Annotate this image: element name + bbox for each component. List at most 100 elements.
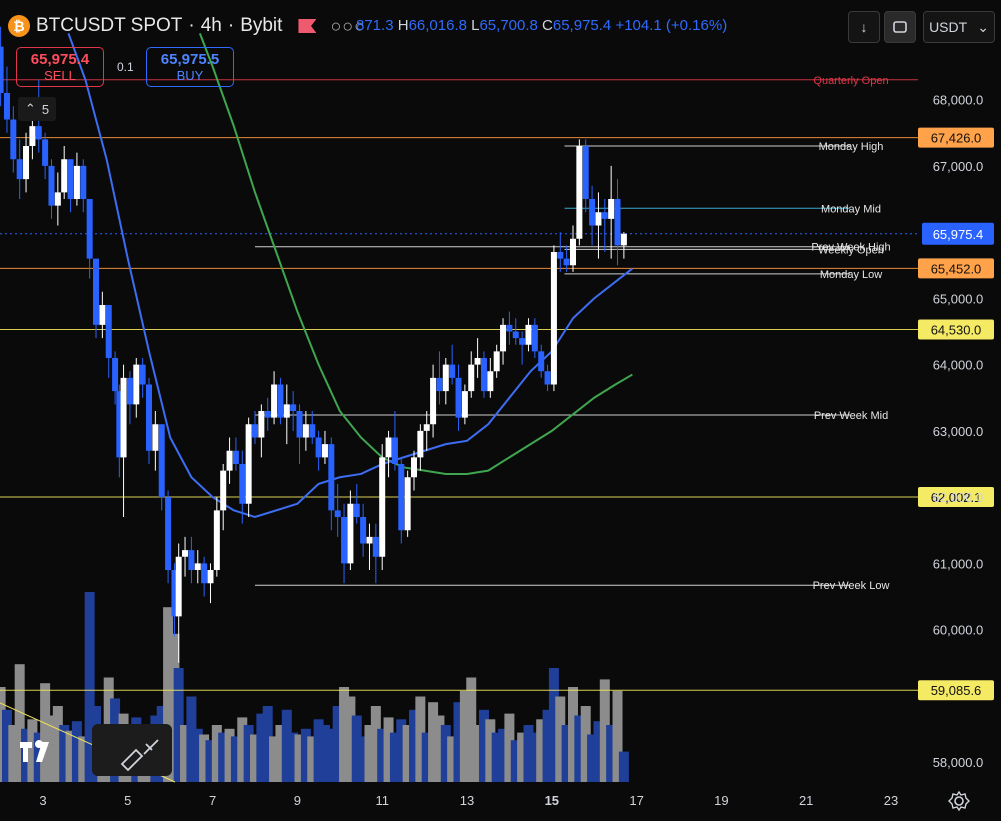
download-button[interactable]: ↓ <box>848 11 880 43</box>
x-tick-label: 3 <box>39 793 46 808</box>
y-tick-label: 62,000.0 <box>933 490 984 505</box>
candle-body <box>366 536 373 544</box>
change-value: +104.1 (+0.16%) <box>615 17 728 34</box>
candle-body <box>207 570 214 584</box>
annotation-label: Monday High <box>819 141 884 153</box>
candle-body <box>531 324 538 352</box>
candle-body <box>54 192 61 206</box>
candle-body <box>35 126 42 140</box>
candle-body <box>525 324 532 345</box>
candle-body <box>595 212 602 226</box>
bitcoin-icon: ₿ <box>8 15 30 37</box>
x-tick-label: 13 <box>460 793 474 808</box>
candle-body <box>139 364 146 385</box>
candle-body <box>201 563 208 584</box>
candle-body <box>220 470 227 511</box>
chevron-down-icon: ⌄ <box>977 18 989 35</box>
candle-body <box>213 510 220 570</box>
candle-body <box>455 377 462 418</box>
candle-body <box>372 536 379 557</box>
candle-body <box>411 457 417 478</box>
sell-button[interactable]: 65,975.4 SELL <box>16 47 104 87</box>
candle-body <box>302 424 309 438</box>
candle-body <box>0 46 4 93</box>
candle-body <box>126 377 133 405</box>
candle-body <box>182 550 189 557</box>
candle-body <box>461 391 468 418</box>
level-badge-label: 65,452.0 <box>931 261 982 276</box>
candle-body <box>175 556 182 617</box>
indicators-toggle[interactable]: ⌃ 5 <box>18 97 56 121</box>
candle-body <box>544 371 551 385</box>
currency-value: USDT <box>929 19 968 35</box>
x-tick-label: 23 <box>884 793 898 808</box>
candle-body <box>576 146 583 239</box>
currency-select[interactable]: USDT ⌄ <box>923 11 995 43</box>
drawing-tool-button[interactable] <box>92 724 172 776</box>
level-badge-label: 59,085.6 <box>931 683 982 698</box>
candle-body <box>379 457 386 557</box>
sell-price: 65,975.4 <box>30 51 90 68</box>
candle-body <box>105 305 112 358</box>
symbol-bar[interactable]: ₿ BTCUSDT SPOT · 4h · Bybit ○○○ <box>8 10 366 42</box>
candle-body <box>519 338 526 345</box>
candle-body <box>321 444 328 458</box>
candle-body <box>500 324 507 352</box>
candle-body <box>430 377 437 425</box>
settings-gear-icon[interactable] <box>948 790 970 812</box>
candle-body <box>589 199 596 226</box>
buy-price: 65,975.5 <box>160 51 220 68</box>
buy-button[interactable]: 65,975.5 BUY <box>146 47 234 87</box>
candle-body <box>258 411 265 438</box>
candle-body <box>391 437 398 464</box>
candle-body <box>158 424 165 498</box>
candle-body <box>146 384 152 451</box>
price-chart[interactable]: Quarterly Open 67,426.0 65,452.0 64,530.0 62… <box>0 0 1001 821</box>
candle-body <box>309 424 316 438</box>
quantity-value[interactable]: 0.1 <box>117 60 134 74</box>
level-badge-label: 64,530.0 <box>931 323 982 338</box>
candle-body <box>271 384 278 418</box>
candle-body <box>99 305 106 325</box>
candle-body <box>283 404 290 418</box>
annotation-label: Weekly Open <box>818 244 884 256</box>
x-tick-label: 9 <box>294 793 301 808</box>
exchange-sep: · <box>227 15 235 36</box>
candle-body <box>570 238 576 266</box>
candle-body <box>398 464 405 531</box>
close-label: C <box>542 17 553 34</box>
level-label: Quarterly Open <box>813 75 888 87</box>
candle-body <box>347 503 354 564</box>
chevron-up-icon: ⌃ <box>24 101 36 116</box>
symbol-name[interactable]: BTCUSDT SPOT <box>36 15 182 37</box>
candle-body <box>417 430 424 458</box>
candle-body <box>29 126 36 146</box>
candle-body <box>315 437 322 458</box>
candle-body <box>487 371 494 392</box>
candle-body <box>474 358 481 365</box>
x-tick-label: 11 <box>375 793 389 808</box>
candle-body <box>404 477 411 531</box>
annotation-label: Monday Low <box>820 269 882 281</box>
candle-body <box>328 444 335 511</box>
layout-button[interactable] <box>884 11 916 43</box>
interval-label[interactable]: 4h <box>201 15 222 37</box>
candle-body <box>277 384 284 418</box>
candle-body <box>557 252 564 259</box>
candle-body <box>480 358 487 392</box>
candle-body <box>42 139 49 166</box>
candle-body <box>563 258 570 266</box>
ohlc-readout: 871.3 H66,016.8 L65,700.8 C65,975.4 +104… <box>356 17 727 34</box>
exchange-label: Bybit <box>240 15 283 36</box>
y-tick-label: 68,000.0 <box>933 93 984 108</box>
y-tick-label: 64,000.0 <box>933 358 984 373</box>
current-price-label: 65,975.4 <box>933 227 984 242</box>
sell-label: SELL <box>44 68 76 83</box>
flag-icon[interactable] <box>298 19 317 33</box>
x-tick-label: 15 <box>545 793 559 808</box>
x-tick-label: 19 <box>714 793 728 808</box>
candle-body <box>385 437 392 458</box>
candle-body <box>538 351 545 372</box>
candle-body <box>152 424 159 451</box>
candle-body <box>48 165 55 206</box>
